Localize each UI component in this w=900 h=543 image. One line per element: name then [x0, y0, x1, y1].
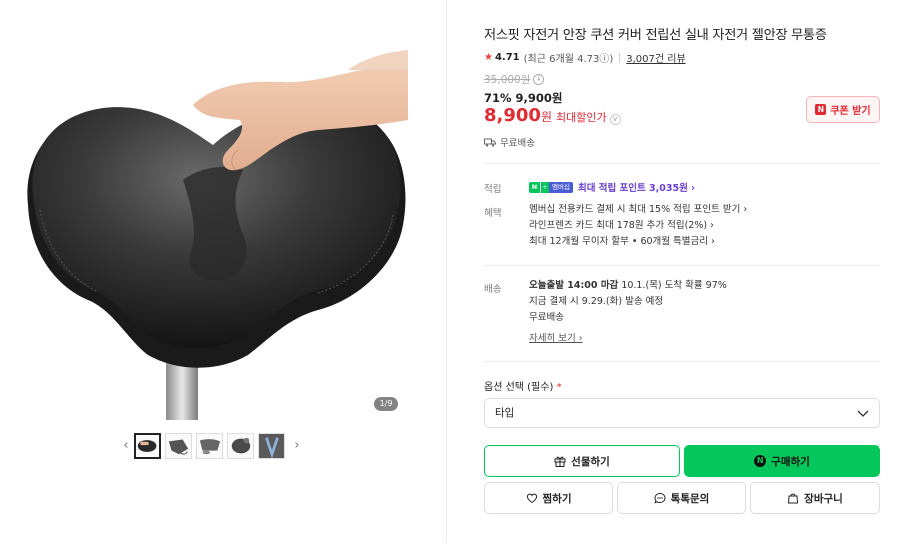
- option-label: 옵션 선택 (필수) *: [484, 378, 562, 393]
- shipping-info: 오늘출발 14:00 마감 10.1.(목) 도착 확률 97% 지금 결제 시…: [529, 278, 727, 344]
- main-product-image[interactable]: [18, 10, 408, 420]
- coupon-button-label: 쿠폰 받기: [830, 106, 871, 117]
- thumbnail-strip: ‹ ›: [118, 432, 308, 460]
- gift-button[interactable]: 선물하기: [484, 445, 680, 477]
- benefit-item[interactable]: 라인프렌즈 카드 최대 178원 추가 적립(2%) ›: [529, 218, 747, 234]
- column-divider: [446, 0, 447, 543]
- info-icon[interactable]: i: [533, 74, 545, 85]
- shipping-free: 무료배송: [529, 312, 564, 323]
- npay-membership-badge: N + 멤버십: [529, 181, 573, 193]
- product-info-panel: 저스핏 자전거 안장 쿠션 커버 전립선 실내 자전거 젤안장 무통증 ★ 4.…: [484, 0, 880, 543]
- divider: [619, 52, 621, 63]
- chevron-down-icon[interactable]: v: [609, 114, 621, 125]
- shipping-dispatch: 지금 결제 시 9.29.(화) 발송 예정: [529, 296, 664, 307]
- original-price-row: 35,000원 i: [484, 72, 545, 87]
- final-price-row: 8,900 원 최대할인가 v: [484, 105, 621, 126]
- option-select[interactable]: 타입: [484, 398, 880, 428]
- max-discount-toggle[interactable]: 최대할인가: [556, 109, 607, 125]
- divider: [484, 163, 880, 164]
- shipping-detail-link[interactable]: 자세히 보기 ›: [529, 330, 583, 344]
- required-mark: *: [556, 382, 562, 393]
- buy-button[interactable]: N 구매하기: [684, 445, 880, 477]
- thumbnail-2[interactable]: [165, 433, 192, 459]
- benefits-label: 혜택: [484, 208, 502, 219]
- gift-icon: [554, 456, 566, 467]
- npay-icon: N: [754, 455, 767, 467]
- truck-icon: [484, 138, 496, 147]
- thumbnail-1[interactable]: [134, 433, 161, 459]
- talk-button-label: 톡톡문의: [670, 492, 710, 505]
- benefits-list: 멤버십 전용카드 결제 시 최대 15% 적립 포인트 받기 › 라인프렌즈 카…: [529, 202, 747, 250]
- shipping-arrival: 10.1.(목) 도착 확률 97%: [618, 280, 727, 291]
- buy-button-label: 구매하기: [771, 455, 810, 468]
- image-page-indicator: 1/9: [374, 397, 398, 411]
- points-row[interactable]: N + 멤버십 최대 적립 포인트 3,035원 ›: [529, 180, 695, 194]
- option-select-value: 타입: [495, 407, 515, 419]
- discount-price: 71% 9,900원: [484, 91, 563, 105]
- chevron-down-icon: [857, 410, 869, 417]
- star-icon: ★: [484, 52, 493, 63]
- coupon-button[interactable]: N 쿠폰 받기: [806, 96, 880, 123]
- thumbnail-next-button[interactable]: ›: [289, 432, 305, 460]
- rating-recent: (최근 6개월 4.73: [523, 54, 600, 65]
- cart-button-label: 장바구니: [804, 492, 843, 505]
- final-price: 8,900: [484, 105, 541, 126]
- review-count-link[interactable]: 3,007건 리뷰: [626, 50, 685, 65]
- thumbnail-3[interactable]: [196, 433, 223, 459]
- benefit-item[interactable]: 멤버십 전용카드 결제 시 최대 15% 적립 포인트 받기 ›: [529, 202, 747, 218]
- benefit-item[interactable]: 최대 12개월 무이자 할부 • 60개월 특별금리 ›: [529, 234, 747, 250]
- info-icon[interactable]: ⓘ): [599, 50, 613, 65]
- thumbnail-5[interactable]: [258, 433, 285, 459]
- bike-seat-image: [27, 50, 408, 420]
- product-title: 저스핏 자전거 안장 쿠션 커버 전립선 실내 자전거 젤안장 무통증: [484, 28, 827, 43]
- thumbnail-4[interactable]: [227, 433, 254, 459]
- original-price: 35,000원: [484, 74, 531, 86]
- max-points-link[interactable]: 최대 적립 포인트 3,035원 ›: [578, 180, 695, 194]
- cart-button[interactable]: 장바구니: [750, 482, 880, 514]
- free-shipping-row: 무료배송: [484, 135, 535, 149]
- shipping-cutoff: 오늘출발 14:00 마감: [529, 280, 619, 291]
- gift-button-label: 선물하기: [571, 455, 610, 468]
- final-price-unit: 원: [540, 110, 552, 124]
- free-shipping-text: 무료배송: [500, 138, 535, 149]
- coupon-n-icon: N: [815, 104, 827, 115]
- like-button-label: 찜하기: [542, 492, 572, 505]
- points-label: 적립: [484, 184, 502, 195]
- shipping-label: 배송: [484, 284, 502, 295]
- thumbnail-prev-button[interactable]: ‹: [118, 432, 134, 460]
- heart-icon: [526, 493, 537, 504]
- option-label-text: 옵션 선택 (필수): [484, 382, 554, 393]
- talk-inquiry-button[interactable]: 톡톡문의: [617, 482, 746, 514]
- divider: [484, 265, 880, 266]
- chat-icon: [654, 492, 666, 504]
- product-gallery: 1/9 ‹ ›: [0, 0, 446, 543]
- like-button[interactable]: 찜하기: [484, 482, 613, 514]
- rating-value: 4.71: [494, 52, 520, 63]
- divider: [484, 361, 880, 362]
- rating-row: ★ 4.71 (최근 6개월 4.73 ⓘ) 3,007건 리뷰: [484, 50, 686, 65]
- shopping-bag-icon: [788, 493, 799, 504]
